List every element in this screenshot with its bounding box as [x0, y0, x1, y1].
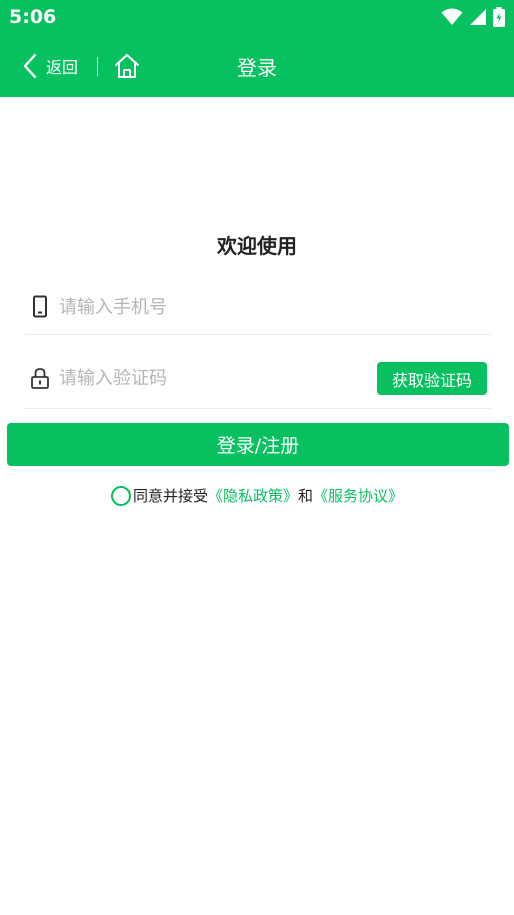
code-field: 获取验证码 — [25, 352, 491, 409]
battery-icon — [493, 7, 505, 27]
lock-icon — [31, 368, 49, 389]
agree-checkbox[interactable] — [110, 485, 131, 506]
agreement-row: 同意并接受 《隐私政策》 和 《服务协议》 — [0, 485, 514, 506]
wifi-icon — [441, 8, 463, 25]
status-time: 5:06 — [9, 6, 57, 28]
nav-bar: 返回 登录 — [0, 34, 514, 97]
code-input[interactable] — [59, 363, 349, 393]
login-register-button[interactable]: 登录/注册 — [7, 423, 509, 466]
phone-icon — [33, 295, 47, 318]
privacy-policy-link[interactable]: 《隐私政策》 — [208, 485, 298, 506]
status-bar: 5:06 — [0, 0, 514, 34]
phone-field — [25, 282, 491, 335]
welcome-heading: 欢迎使用 — [217, 234, 297, 258]
status-icons — [441, 7, 505, 27]
cellular-signal-icon — [470, 9, 486, 25]
phone-input[interactable] — [59, 292, 479, 322]
agreement-prefix: 同意并接受 — [132, 487, 208, 505]
service-agreement-link[interactable]: 《服务协议》 — [313, 485, 403, 506]
get-code-button[interactable]: 获取验证码 — [377, 362, 487, 395]
agreement-and: 和 — [298, 487, 314, 505]
page-title: 登录 — [237, 56, 277, 80]
